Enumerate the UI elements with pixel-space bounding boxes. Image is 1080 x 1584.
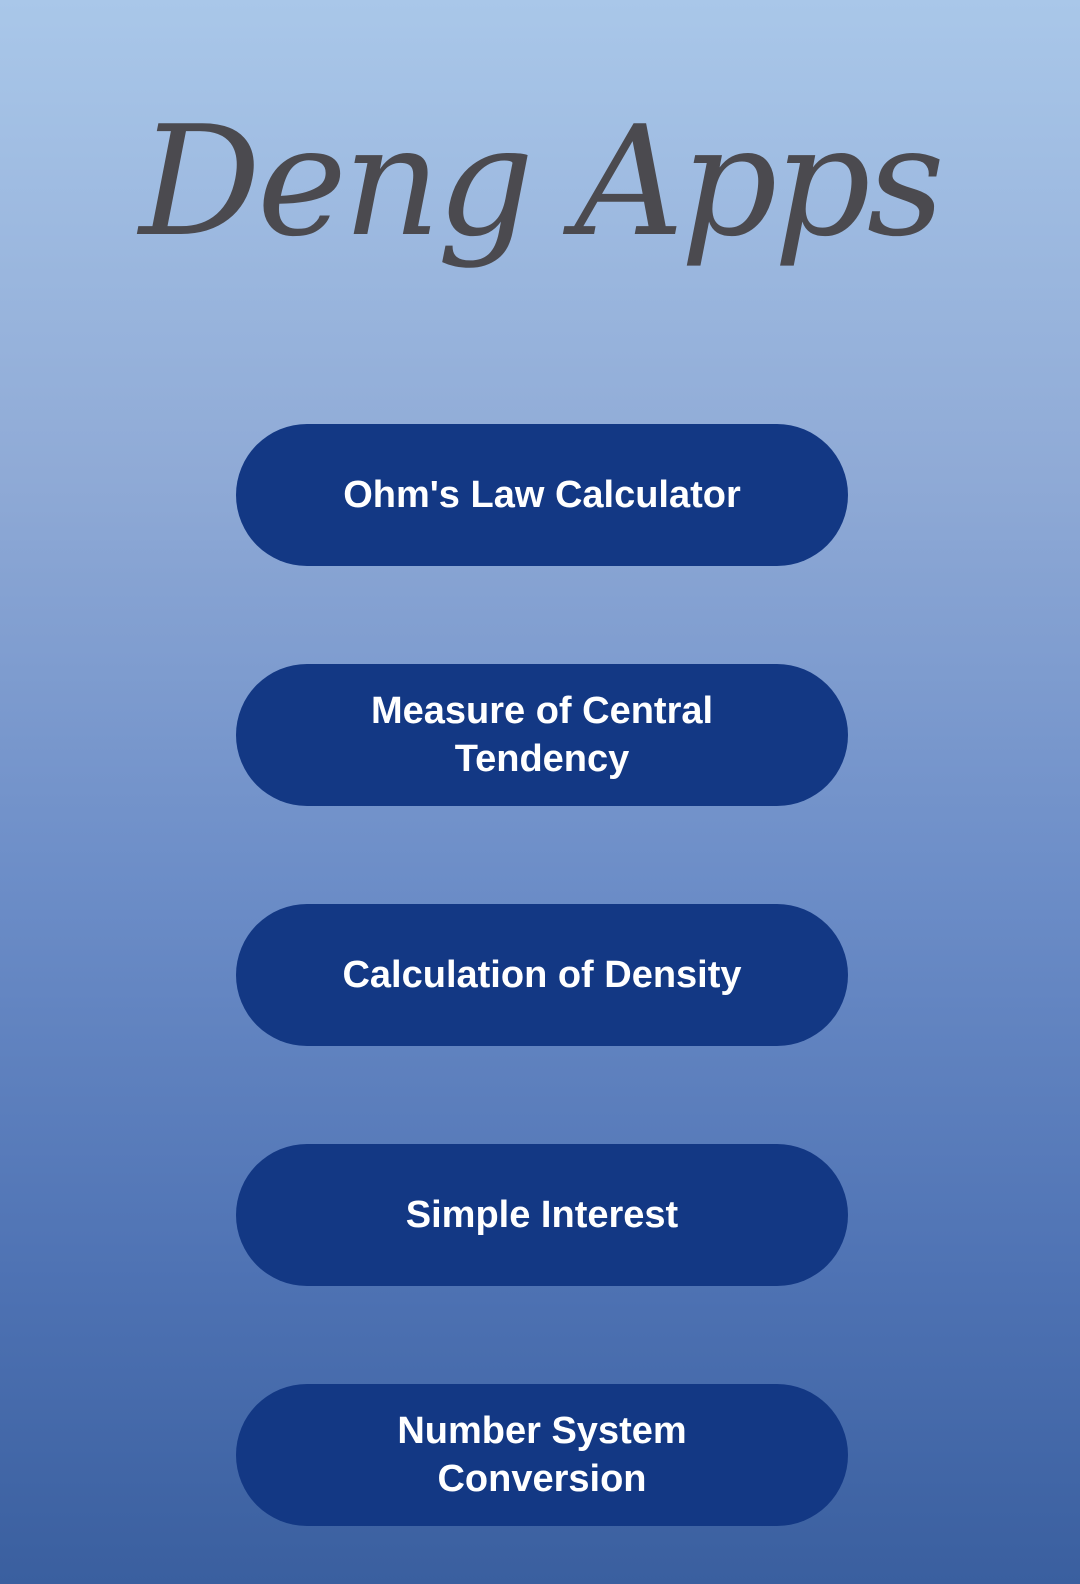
measure-of-central-tendency-button[interactable]: Measure of Central Tendency: [236, 664, 848, 806]
calculation-of-density-button[interactable]: Calculation of Density: [236, 904, 848, 1046]
measure-of-central-tendency-label: Measure of Central Tendency: [370, 690, 714, 780]
app-title: Deng Apps: [139, 93, 945, 270]
number-system-conversion-button[interactable]: Number System Conversion: [236, 1384, 848, 1526]
number-system-conversion-label: Number System Conversion: [397, 1410, 687, 1500]
simple-interest-label: Simple Interest: [405, 1194, 679, 1236]
ohms-law-calculator-label: Ohm's Law Calculator: [343, 474, 741, 516]
ohms-law-calculator-button[interactable]: Ohm's Law Calculator: [236, 424, 848, 566]
calculation-of-density-label: Calculation of Density: [342, 954, 742, 996]
simple-interest-button[interactable]: Simple Interest: [236, 1144, 848, 1286]
